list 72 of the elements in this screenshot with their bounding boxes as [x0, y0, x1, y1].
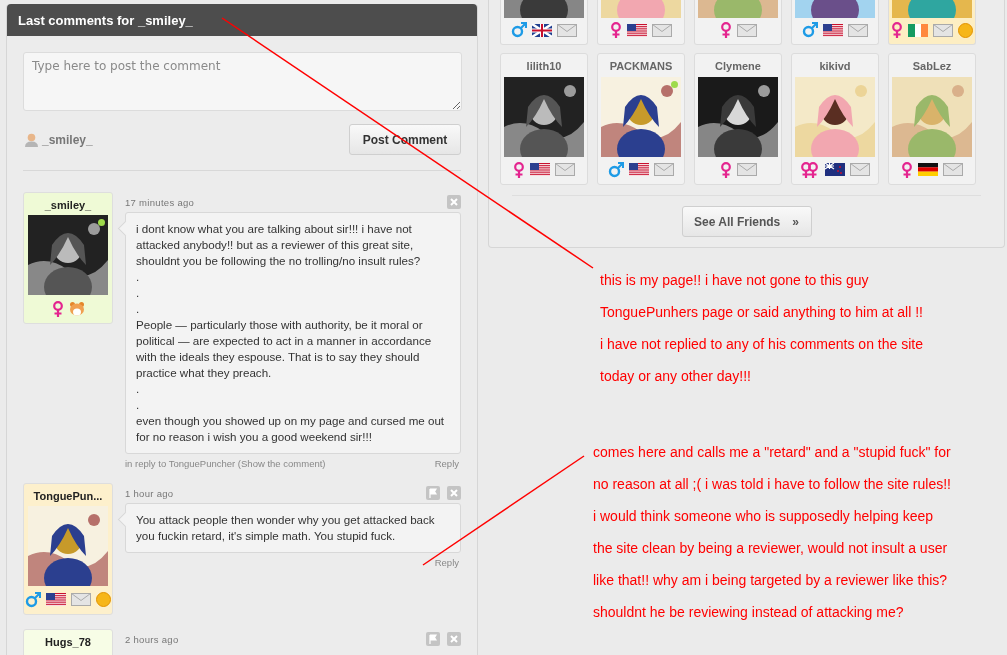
male-icon	[608, 161, 624, 178]
flag-report-icon[interactable]	[426, 632, 440, 646]
female-icon	[51, 300, 64, 317]
friend-card[interactable]: PACKMANS	[597, 53, 685, 185]
flag-icon	[908, 23, 928, 37]
comment-time: 1 hour ago	[125, 487, 174, 499]
couple-icon	[800, 161, 820, 178]
friend-card[interactable]: lilith10	[500, 53, 588, 185]
friend-name[interactable]: Clymene	[715, 60, 761, 72]
female-icon	[610, 22, 622, 38]
friend-card[interactable]: SabLez	[888, 53, 976, 185]
friend-name[interactable]: SabLez	[912, 60, 952, 72]
mail-icon[interactable]	[850, 163, 870, 176]
comment-text: You attack people then wonder why you get attacked back you fuckin retard, it's simple math. You stupid fuck.	[136, 512, 436, 544]
vip-badge-icon	[958, 22, 973, 38]
flag-icon	[532, 23, 552, 37]
male-icon	[511, 22, 527, 38]
friend-name[interactable]: kikivd	[819, 60, 851, 72]
flag-icon	[46, 593, 66, 606]
female-icon	[719, 161, 732, 178]
annotation-text: comes here and calls me a "retard" and a "stupid fuck" for no reason at all ;( i was told i have to follow the site rules!! i would think someone who is supposedly helping keep the site clean by being a reviewer, would not insult a user like that!! why am i being targeted by a reviewer like this? shouldnt he be reviewing instead of attacking me?	[593, 443, 952, 622]
female-icon	[891, 22, 903, 38]
mail-icon[interactable]	[557, 23, 577, 37]
friend-name[interactable]: lilith10	[526, 60, 562, 72]
mail-icon[interactable]	[943, 163, 963, 176]
male-icon	[802, 22, 818, 38]
friend-card[interactable]	[500, 0, 588, 45]
mail-icon[interactable]	[555, 163, 575, 176]
mail-icon[interactable]	[736, 163, 757, 176]
reply-link[interactable]: Reply	[434, 557, 459, 568]
friend-name[interactable]: PACKMANS	[609, 60, 673, 72]
comment-time: 17 minutes ago	[125, 196, 195, 208]
see-all-friends-button[interactable]: See All Friends »	[681, 206, 812, 237]
flag-icon	[823, 23, 843, 37]
comment-time: 2 hours ago	[125, 633, 179, 645]
friend-card[interactable]: kikivd	[791, 53, 879, 185]
user-name[interactable]: _smiley_	[44, 199, 92, 211]
close-icon[interactable]	[447, 195, 461, 209]
user-name[interactable]: TonguePun...	[33, 490, 103, 502]
female-icon	[513, 161, 525, 178]
user-name[interactable]: Hugs_78	[45, 636, 91, 648]
show-comment-link[interactable]: (Show the comment)	[237, 458, 326, 469]
flag-icon	[825, 163, 845, 176]
flag-icon	[629, 163, 649, 176]
annotation-text: this is my page!! i have not gone to this guy TonguePunhers page or said anything to him at all !! i have not replied to any of his comments on the site today or any other day!!!	[600, 271, 924, 386]
mail-icon[interactable]	[652, 23, 672, 37]
mail-icon[interactable]	[848, 23, 868, 37]
flag-icon	[627, 23, 647, 37]
user-name: _smiley_	[42, 132, 93, 147]
vip-badge-icon	[96, 592, 111, 607]
reply-link[interactable]: Reply	[434, 458, 459, 469]
male-icon	[25, 591, 41, 608]
mail-icon[interactable]	[654, 163, 674, 176]
female-icon	[901, 161, 913, 178]
flag-icon	[918, 163, 938, 176]
female-icon	[719, 22, 732, 38]
mail-icon[interactable]	[71, 593, 91, 606]
flag-icon	[530, 163, 550, 176]
comment-text: i dont know what you are talking about sir!!! i have not attacked anybody!! but as a reviewer of this great site, shouldnt you be following the no trolling/no insult rules? . . . People — particularly those with authority, be it moral or political — are expected to act in a manner in accordance with the ideals they espouse. That is to say they should practice what they preach. . . even though you showed up on my page and cursed me out for no reason i wish you a good weekend sir!!!	[136, 221, 446, 445]
mail-icon[interactable]	[736, 23, 757, 37]
user-icon	[25, 132, 38, 147]
friend-card[interactable]	[791, 0, 879, 45]
hamster-icon	[68, 301, 85, 316]
flag-report-icon[interactable]	[426, 486, 440, 500]
comment-field[interactable]: Type here to post the comment	[23, 52, 462, 111]
friend-card[interactable]: Clymene	[694, 53, 782, 185]
panel-title: Last comments for _smiley_	[18, 12, 193, 28]
friend-card[interactable]	[597, 0, 685, 45]
close-icon[interactable]	[447, 486, 461, 500]
mail-icon[interactable]	[933, 23, 953, 37]
close-icon[interactable]	[447, 632, 461, 646]
reply-note: in reply to TonguePuncher (Show the comment)	[125, 458, 326, 469]
